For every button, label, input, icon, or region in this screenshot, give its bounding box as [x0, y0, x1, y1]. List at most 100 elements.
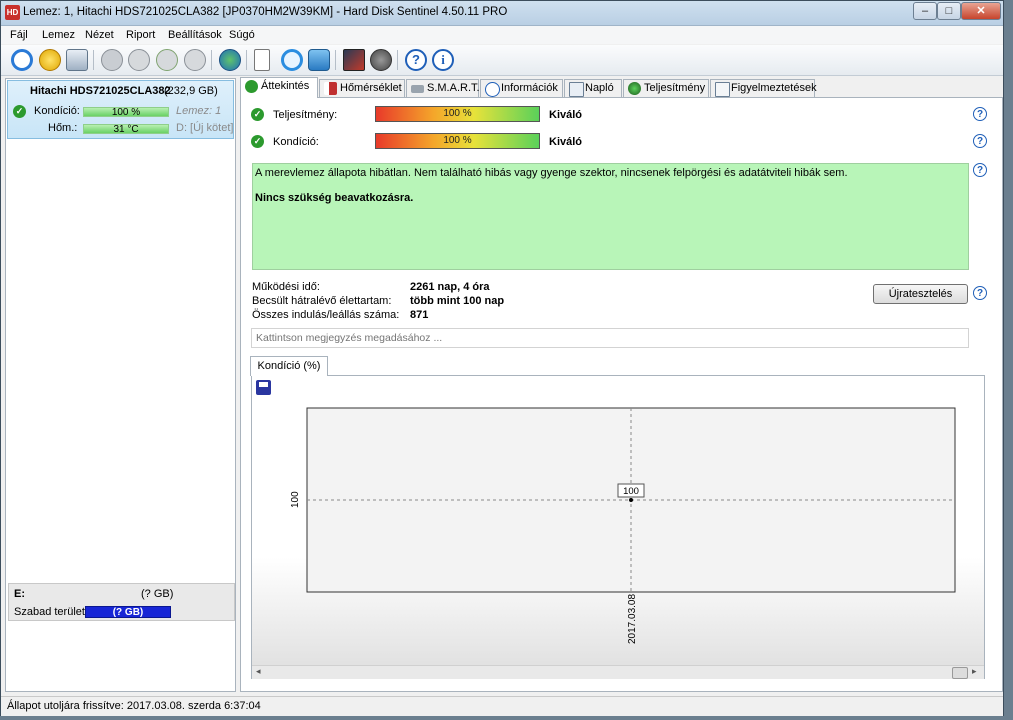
tab-label: Hőmérséklet — [340, 82, 402, 94]
menu-view[interactable]: Nézet — [85, 29, 114, 41]
condition-label: Kondíció: — [34, 105, 80, 117]
lifetime-value: több mint 100 nap — [410, 295, 505, 307]
info-icon — [485, 82, 500, 97]
document-icon[interactable] — [254, 49, 270, 71]
satellite-icon[interactable] — [101, 49, 123, 71]
menu-bar: Fájl Lemez Nézet Riport Beállítások Súgó — [1, 26, 1003, 44]
menu-file[interactable]: Fájl — [10, 29, 28, 41]
note-input[interactable] — [251, 328, 969, 348]
uptime-value: 2261 nap, 4 óra — [410, 281, 490, 293]
toolbar: ? i — [1, 45, 1003, 76]
horizontal-scrollbar[interactable]: ◂ ▸ — [252, 665, 984, 679]
log-icon — [569, 82, 584, 97]
data-point — [629, 498, 633, 502]
help-icon[interactable]: ? — [973, 107, 987, 121]
tab-label: S.M.A.R.T. — [427, 82, 480, 94]
sync-icon[interactable] — [281, 49, 303, 71]
help-icon[interactable]: ? — [405, 49, 427, 71]
report-icon[interactable] — [343, 49, 365, 71]
tab-smart[interactable]: S.M.A.R.T. — [406, 79, 480, 97]
menu-disk[interactable]: Lemez — [42, 29, 75, 41]
satellite-icon[interactable] — [128, 49, 150, 71]
disk-index: Lemez: 1 — [176, 105, 222, 117]
tab-label: Teljesítmény — [644, 82, 706, 94]
scroll-right-icon[interactable]: ▸ — [972, 666, 977, 677]
status-bar: Állapot utoljára frissítve: 2017.03.08. … — [1, 696, 1003, 716]
toolbar-separator — [335, 50, 336, 70]
toolbar-separator — [246, 50, 247, 70]
toolbar-separator — [211, 50, 212, 70]
network-icon[interactable] — [308, 49, 330, 71]
maximize-button[interactable]: □ — [937, 2, 961, 20]
tab-label: Figyelmeztetések — [731, 82, 817, 94]
temperature-label: Hőm.: — [48, 122, 78, 134]
disk-icon[interactable] — [66, 49, 88, 71]
check-icon: ✓ — [251, 135, 264, 148]
condition-chart: 100 2017.03.08 100 ◂ ▸ — [251, 375, 985, 679]
alert-icon[interactable] — [39, 49, 61, 71]
x-tick-label: 2017.03.08 — [627, 594, 638, 644]
drive-icon — [411, 85, 424, 93]
minimize-button[interactable]: – — [913, 2, 937, 20]
performance-label: Teljesítmény: — [273, 109, 338, 121]
menu-report[interactable]: Riport — [126, 29, 155, 41]
tab-label: Információk — [501, 82, 558, 94]
speedometer-icon — [628, 82, 641, 95]
uptime-label: Működési idő: — [252, 281, 320, 293]
info-icon[interactable]: i — [432, 49, 454, 71]
check-icon: ✓ — [13, 105, 26, 118]
app-icon: HD — [5, 5, 20, 20]
refresh-icon[interactable] — [11, 49, 33, 71]
thermometer-icon — [324, 82, 337, 95]
status-description: A merevlemez állapota hibátlan. Nem talá… — [252, 163, 969, 270]
tab-alerts[interactable]: Figyelmeztetések — [710, 79, 817, 97]
partition-box[interactable]: E: (? GB) Szabad terület (? GB) — [8, 583, 235, 621]
scroll-left-icon[interactable]: ◂ — [256, 666, 261, 677]
close-button[interactable]: ✕ — [961, 2, 1001, 20]
satellite-icon[interactable] — [156, 49, 178, 71]
status-text: A merevlemez állapota hibátlan. Nem talá… — [255, 167, 848, 179]
disk-name: Hitachi HDS721025CLA382 — [30, 85, 171, 97]
startstop-value: 871 — [410, 309, 429, 321]
tab-temperature[interactable]: Hőmérséklet — [319, 79, 405, 97]
tab-performance[interactable]: Teljesítmény — [623, 79, 709, 97]
startstop-label: Összes indulás/leállás száma: — [252, 309, 400, 321]
tab-log[interactable]: Napló — [564, 79, 622, 97]
free-space-label: Szabad terület — [14, 606, 85, 618]
tab-information[interactable]: Információk — [480, 79, 563, 97]
y-tick-label: 100 — [290, 491, 301, 508]
tab-label: Áttekintés — [261, 80, 310, 92]
partition-size: (? GB) — [141, 588, 174, 600]
retest-button[interactable]: Újratesztelés — [873, 284, 968, 304]
status-action: Nincs szükség beavatkozásra. — [255, 192, 414, 204]
condition-bar: 100 % — [83, 107, 169, 118]
check-icon — [245, 80, 258, 93]
help-icon[interactable]: ? — [973, 286, 987, 300]
help-icon[interactable]: ? — [973, 134, 987, 148]
scroll-thumb[interactable] — [952, 667, 968, 679]
satellite-icon[interactable] — [184, 49, 206, 71]
disk-list-panel: Hitachi HDS721025CLA382 (232,9 GB) ✓ Kon… — [5, 78, 236, 692]
status-bar-text: Állapot utoljára frissítve: 2017.03.08. … — [7, 700, 261, 712]
tab-label: Napló — [585, 82, 614, 94]
app-window: HD Lemez: 1, Hitachi HDS721025CLA382 [JP… — [0, 0, 1004, 716]
partition-drive: E: — [14, 588, 25, 600]
alerts-icon — [715, 82, 730, 97]
globe-icon[interactable] — [219, 49, 241, 71]
speaker-icon[interactable] — [370, 49, 392, 71]
overview-panel: ✓ Teljesítmény: 100 % Kiváló ? ✓ Kondíci… — [240, 97, 1003, 692]
condition-bar: 100 % — [375, 133, 540, 149]
menu-help[interactable]: Súgó — [229, 29, 255, 41]
help-icon[interactable]: ? — [973, 163, 987, 177]
performance-bar: 100 % — [375, 106, 540, 122]
menu-settings[interactable]: Beállítások — [168, 29, 222, 41]
free-space-bar: (? GB) — [85, 606, 171, 618]
window-title: Lemez: 1, Hitachi HDS721025CLA382 [JP037… — [23, 6, 508, 18]
data-label: 100 — [623, 486, 639, 497]
condition-rating: Kiváló — [549, 136, 583, 148]
performance-rating: Kiváló — [549, 109, 583, 121]
disk-volume: D: [Új kötet] — [176, 122, 234, 134]
tab-condition-chart[interactable]: Kondíció (%) — [250, 356, 328, 376]
tab-overview[interactable]: Áttekintés — [240, 77, 318, 98]
disk-card[interactable]: Hitachi HDS721025CLA382 (232,9 GB) ✓ Kon… — [7, 80, 234, 139]
